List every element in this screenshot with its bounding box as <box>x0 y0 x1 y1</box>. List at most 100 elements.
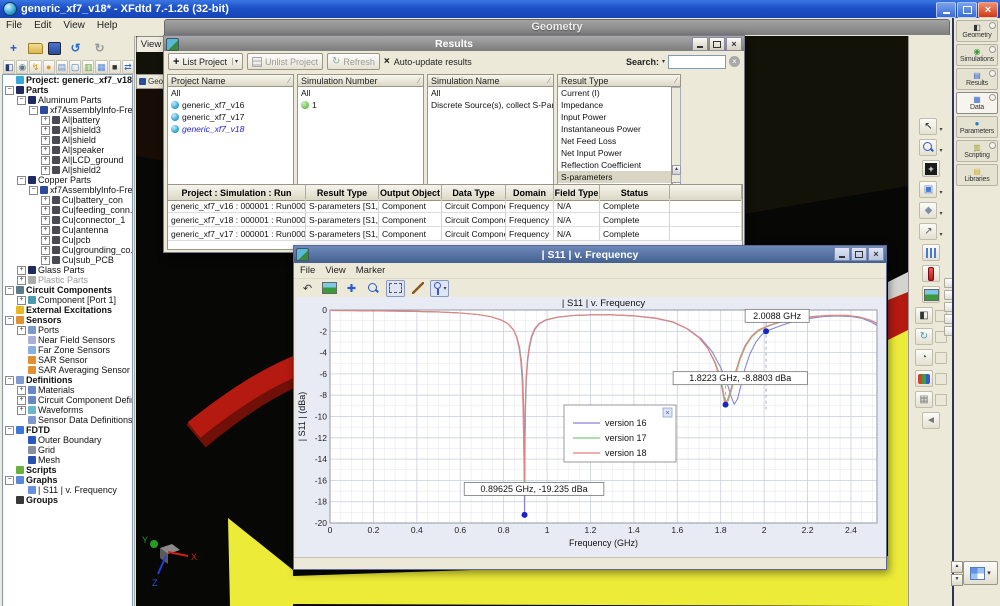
filter-list-item[interactable]: All <box>298 87 423 99</box>
save-project-icon[interactable] <box>48 42 61 55</box>
sensors-filter-icon[interactable]: ● <box>43 60 55 74</box>
filter-list-item[interactable]: generic_xf7_v16 <box>168 99 293 111</box>
zoom-icon[interactable] <box>364 280 383 297</box>
tree-item[interactable]: +Cu|grounding_co... <box>3 245 132 255</box>
spin-down-icon[interactable]: ▼ <box>951 574 963 586</box>
tree-item[interactable]: −FDTD <box>3 425 132 435</box>
menu-edit[interactable]: Edit <box>34 20 51 31</box>
filter-header[interactable]: Result Type <box>557 74 681 87</box>
filter-list-item[interactable]: generic_xf7_v17 <box>168 111 293 123</box>
tree-item[interactable]: SAR Averaging Sensor <box>3 365 132 375</box>
collapse-icon[interactable]: − <box>17 176 26 185</box>
tree-item[interactable]: +Glass Parts <box>3 265 132 275</box>
tree-item[interactable]: Sensor Data Definitions <box>3 415 132 425</box>
filter-header[interactable]: Simulation Number <box>297 74 424 87</box>
filter-list-item[interactable]: Net Input Power <box>558 147 671 159</box>
tab-simulations[interactable]: ◉Simulations <box>956 44 998 66</box>
zoom-tool-icon[interactable] <box>919 139 937 156</box>
filter-list-item[interactable]: Impedance <box>558 99 671 111</box>
tree-item[interactable]: +Al|battery <box>3 115 132 125</box>
close-button[interactable] <box>978 2 998 18</box>
sync-tree-icon[interactable]: ⇄ <box>122 60 134 74</box>
tree-item[interactable]: Mesh <box>3 455 132 465</box>
tree-item[interactable]: +Cu|antenna <box>3 225 132 235</box>
tree-item[interactable]: +Al|LCD_ground <box>3 155 132 165</box>
restore-button[interactable] <box>957 2 977 18</box>
list-project-dropdown-icon[interactable]: ▾ <box>232 58 238 65</box>
collapse-icon[interactable]: − <box>17 96 26 105</box>
plot-bars-icon[interactable] <box>922 244 940 261</box>
tree-item[interactable]: Scripts <box>3 465 132 475</box>
tree-item[interactable]: −Circuit Components <box>3 285 132 295</box>
geometry-view-icon[interactable]: ◧ <box>915 307 933 324</box>
collapse-icon[interactable]: − <box>5 86 14 95</box>
collapse-icon[interactable]: − <box>5 426 14 435</box>
tab-libraries[interactable]: ▤Libraries <box>956 164 998 186</box>
collapse-icon[interactable]: − <box>29 186 38 195</box>
filter-list-item[interactable]: All <box>428 87 553 99</box>
tree-item[interactable]: +Ports <box>3 325 132 335</box>
clear-search-icon[interactable]: × <box>729 56 740 67</box>
plot-maximize-button[interactable] <box>851 247 867 261</box>
expand-icon[interactable]: + <box>17 276 26 285</box>
results-maximize-button[interactable] <box>709 37 725 51</box>
tree-item[interactable]: −Parts <box>3 85 132 95</box>
expand-icon[interactable]: + <box>17 406 26 415</box>
expand-icon[interactable]: + <box>17 296 26 305</box>
pan-icon[interactable]: ✚ <box>342 280 361 297</box>
list-project-button[interactable]: + List Project ▾ <box>168 53 243 70</box>
tree-item[interactable]: +Cu|pcb <box>3 235 132 245</box>
tree-item[interactable]: | S11 | v. Frequency <box>3 485 132 495</box>
select-tool-icon-dropdown-icon[interactable] <box>939 118 942 136</box>
refresh-button[interactable]: ↻ Refresh <box>327 53 380 70</box>
tree-item[interactable]: +Waveforms <box>3 405 132 415</box>
tree-item[interactable]: −Graphs <box>3 475 132 485</box>
chart-marker[interactable] <box>522 512 528 518</box>
filter-list-item[interactable]: Input Power <box>558 111 671 123</box>
menu-help[interactable]: Help <box>97 20 118 31</box>
plot-menu-marker[interactable]: Marker <box>356 265 386 276</box>
plot-menu-file[interactable]: File <box>300 265 315 276</box>
expand-icon[interactable]: + <box>41 256 50 265</box>
tree-item[interactable]: +Al|speaker <box>3 145 132 155</box>
tab-scripting[interactable]: ▥Scripting <box>956 140 998 162</box>
minimize-button[interactable] <box>936 2 956 18</box>
search-input[interactable] <box>668 55 726 69</box>
filter-list-item[interactable]: S-parameters <box>558 171 671 183</box>
pick-tool-icon-dropdown-icon[interactable] <box>939 223 942 241</box>
window-layout-button[interactable] <box>963 561 998 585</box>
cube-tool-icon-dropdown-icon[interactable] <box>939 202 942 220</box>
results-minimize-button[interactable] <box>692 37 708 51</box>
tree-item[interactable]: +Al|shield3 <box>3 125 132 135</box>
expand-icon[interactable]: + <box>17 386 26 395</box>
parts-filter-icon[interactable]: ◧ <box>3 60 15 74</box>
tree-item[interactable]: +Cu|connector_1 <box>3 215 132 225</box>
tree-item[interactable]: Grid <box>3 445 132 455</box>
mesh-grid-icon[interactable]: ▦ <box>915 391 933 408</box>
auto-update-label[interactable]: Auto-update results <box>394 57 472 67</box>
graphs-filter-icon[interactable]: ▦ <box>95 60 107 74</box>
tree-item[interactable]: +Cu|battery_con <box>3 195 132 205</box>
excitations-filter-icon[interactable]: ↯ <box>29 60 41 74</box>
definitions-filter-icon[interactable]: ▤ <box>56 60 68 74</box>
collapse-icon[interactable]: − <box>5 376 14 385</box>
palette-icon[interactable] <box>915 370 933 387</box>
expand-icon[interactable]: + <box>17 396 26 405</box>
tree-item[interactable]: −Copper Parts <box>3 175 132 185</box>
save-image-icon[interactable] <box>320 280 339 297</box>
undo-icon[interactable]: ↺ <box>66 39 85 57</box>
meter-icon[interactable]: ◔ <box>915 349 933 366</box>
rotate-view-icon[interactable]: ↻ <box>915 328 933 345</box>
chart-marker[interactable] <box>763 328 769 334</box>
filter-list-item[interactable]: Instantaneous Power <box>558 123 671 135</box>
expand-icon[interactable]: + <box>41 226 50 235</box>
tree-item[interactable]: +Cu|feeding_conn... <box>3 205 132 215</box>
filter-list-item[interactable]: Net Feed Loss <box>558 135 671 147</box>
expand-icon[interactable]: + <box>41 156 50 165</box>
redo-icon[interactable]: ↻ <box>90 39 109 57</box>
tree-item[interactable]: Far Zone Sensors <box>3 345 132 355</box>
new-project-icon[interactable]: + <box>4 39 23 57</box>
tab-results[interactable]: ▤Results <box>956 68 998 90</box>
tree-item[interactable]: +Materials <box>3 385 132 395</box>
tree-item[interactable]: +Cu|sub_PCB <box>3 255 132 265</box>
